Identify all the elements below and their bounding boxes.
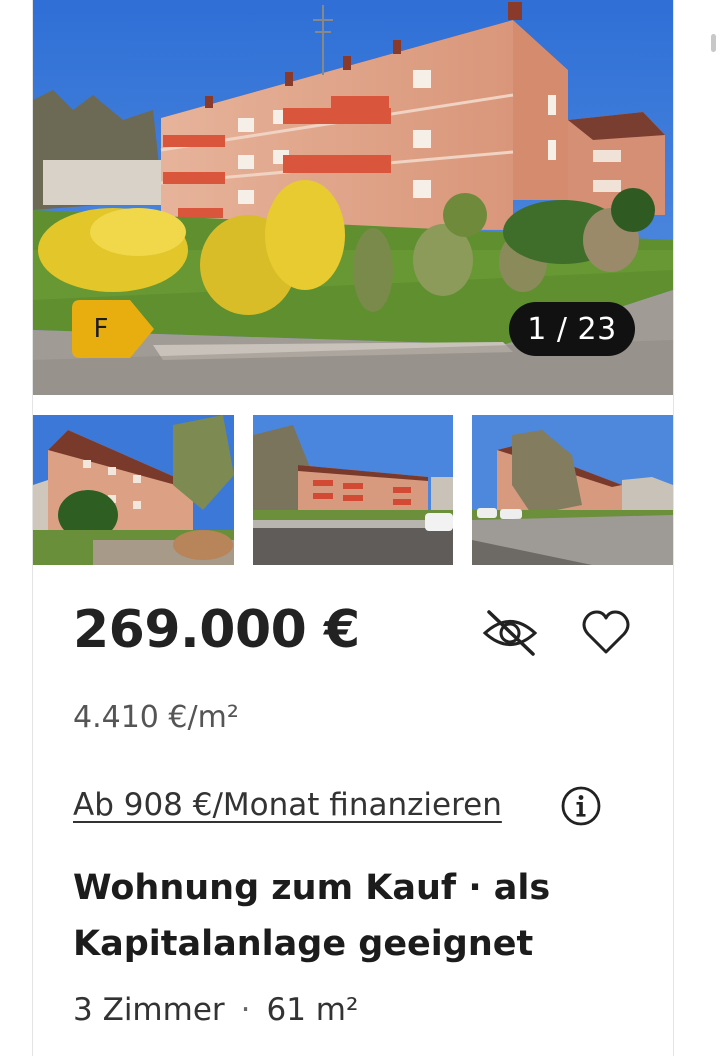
favorite-button[interactable] <box>581 608 631 658</box>
energy-class-label: F <box>93 314 109 344</box>
energy-class-badge: F <box>72 300 154 358</box>
thumbnail-3[interactable] <box>472 415 673 565</box>
living-area: 61 m² <box>266 992 359 1028</box>
fact-separator: · <box>240 992 251 1028</box>
price-per-sqm: 4.410 €/m² <box>73 700 239 735</box>
financing-link[interactable]: Ab 908 €/Monat finanzieren <box>73 787 502 823</box>
photo-counter: 1 / 23 <box>509 302 635 356</box>
price: 269.000 € <box>73 600 360 660</box>
rooms-count: 3 Zimmer <box>73 992 225 1028</box>
key-facts: 3 Zimmer · 61 m² <box>73 992 358 1028</box>
main-photo[interactable]: F 1 / 23 <box>33 0 673 395</box>
listing-card: F 1 / 23 269.000 € 4.410 €/m² Ab 908 €/M… <box>32 0 674 1056</box>
info-icon <box>561 786 601 826</box>
hide-listing-button[interactable] <box>481 608 539 658</box>
thumbnail-2[interactable] <box>253 415 453 565</box>
eye-off-icon <box>482 610 538 656</box>
heart-icon <box>582 610 630 654</box>
thumbnail-1[interactable] <box>33 415 234 565</box>
page-scrollbar[interactable] <box>711 34 716 52</box>
listing-title: Wohnung zum Kauf · als Kapitalanlage gee… <box>73 868 551 964</box>
financing-info-button[interactable] <box>560 785 602 827</box>
thumbnail-strip <box>33 415 675 565</box>
